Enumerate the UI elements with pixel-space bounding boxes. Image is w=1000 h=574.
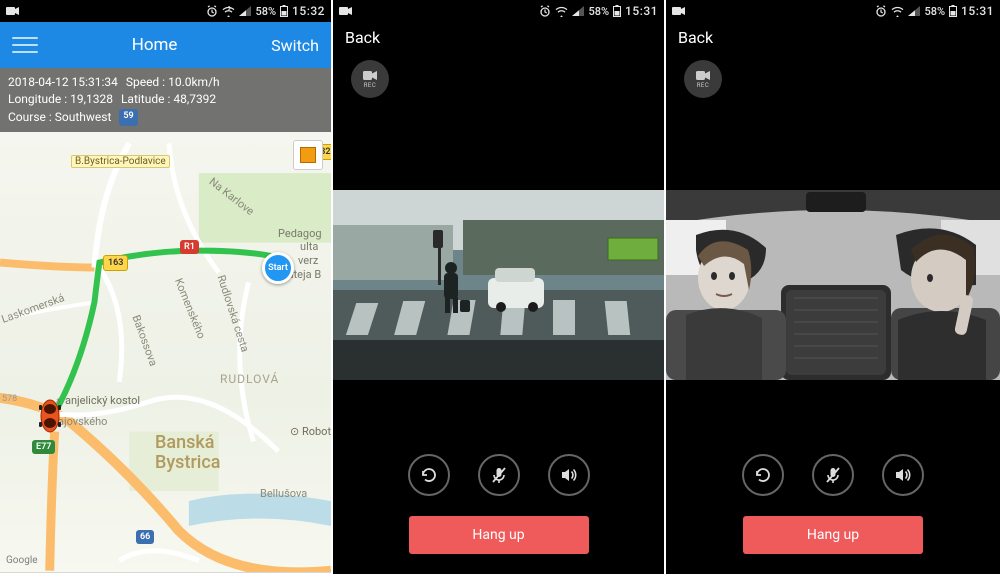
call-controls [666, 454, 1000, 496]
road-shield: 66 [136, 530, 154, 544]
signal-icon [239, 6, 251, 16]
hangup-button[interactable]: Hang up [409, 516, 589, 554]
menu-icon[interactable] [12, 35, 38, 55]
mute-mic-button[interactable] [812, 454, 854, 496]
screen-dashcam-front: 58% 15:31 Back REC [333, 0, 666, 574]
road-shield: R1 [180, 240, 199, 254]
battery-icon [949, 5, 957, 17]
switch-button[interactable]: Switch [271, 36, 319, 55]
refresh-icon [753, 465, 773, 485]
page-title: Home [38, 35, 271, 55]
clock-label: 15:31 [961, 4, 994, 18]
camera-icon [6, 6, 20, 16]
car-pin[interactable] [37, 397, 63, 435]
google-attribution: Google [6, 555, 38, 566]
screen-dashcam-cabin: 58% 15:31 Back REC [666, 0, 1000, 574]
road-shield: 59 [119, 109, 137, 126]
battery-label: 58% [588, 5, 609, 18]
speaker-button[interactable] [882, 454, 924, 496]
alarm-icon [539, 5, 551, 17]
back-button[interactable]: Back [678, 28, 713, 47]
wifi-icon [891, 6, 904, 17]
record-button[interactable]: REC [684, 60, 722, 98]
switch-camera-button[interactable] [742, 454, 784, 496]
status-bar: 58% 15:31 [333, 0, 664, 22]
map[interactable]: B.Bystrica-Podlavice Na Karlove Pedagog … [0, 132, 331, 572]
battery-label: 58% [924, 5, 945, 18]
speaker-icon [893, 465, 913, 485]
battery-icon [280, 5, 288, 17]
refresh-icon [419, 465, 439, 485]
alarm-icon [206, 5, 218, 17]
screen-map: 58% 15:32 Home Switch 2018-04-12 15:31:3… [0, 0, 333, 574]
battery-icon [613, 5, 621, 17]
mic-off-icon [823, 465, 843, 485]
hangup-button[interactable]: Hang up [743, 516, 923, 554]
battery-label: 58% [255, 5, 276, 18]
camera-icon [339, 6, 353, 16]
wifi-icon [222, 6, 235, 17]
wifi-icon [555, 6, 568, 17]
camcorder-icon [363, 70, 378, 81]
mic-off-icon [489, 465, 509, 485]
call-controls [333, 454, 664, 496]
alarm-icon [875, 5, 887, 17]
switch-camera-button[interactable] [408, 454, 450, 496]
layers-button[interactable] [293, 140, 323, 170]
signal-icon [908, 6, 920, 16]
camera-icon [672, 6, 686, 16]
signal-icon [572, 6, 584, 16]
gps-info-bar: 2018-04-12 15:31:34 Speed : 10.0km/h Lon… [0, 68, 331, 132]
info-datetime: 2018-04-12 15:31:34 [8, 74, 118, 91]
camcorder-icon [696, 70, 711, 81]
back-button[interactable]: Back [345, 28, 380, 47]
speaker-icon [559, 465, 579, 485]
start-pin[interactable]: Start [262, 252, 298, 288]
map-roads [0, 132, 331, 572]
app-bar: Home Switch [0, 22, 331, 68]
video-feed[interactable] [333, 190, 664, 380]
mute-mic-button[interactable] [478, 454, 520, 496]
clock-label: 15:32 [292, 4, 325, 18]
road-shield: E77 [32, 440, 55, 454]
status-bar: 58% 15:31 [666, 0, 1000, 22]
clock-label: 15:31 [625, 4, 658, 18]
status-bar: 58% 15:32 [0, 0, 331, 22]
speaker-button[interactable] [548, 454, 590, 496]
map-place-label: B.Bystrica-Podlavice [71, 155, 170, 168]
road-shield: 163 [103, 255, 128, 271]
record-button[interactable]: REC [351, 60, 389, 98]
video-feed[interactable] [666, 190, 1000, 380]
